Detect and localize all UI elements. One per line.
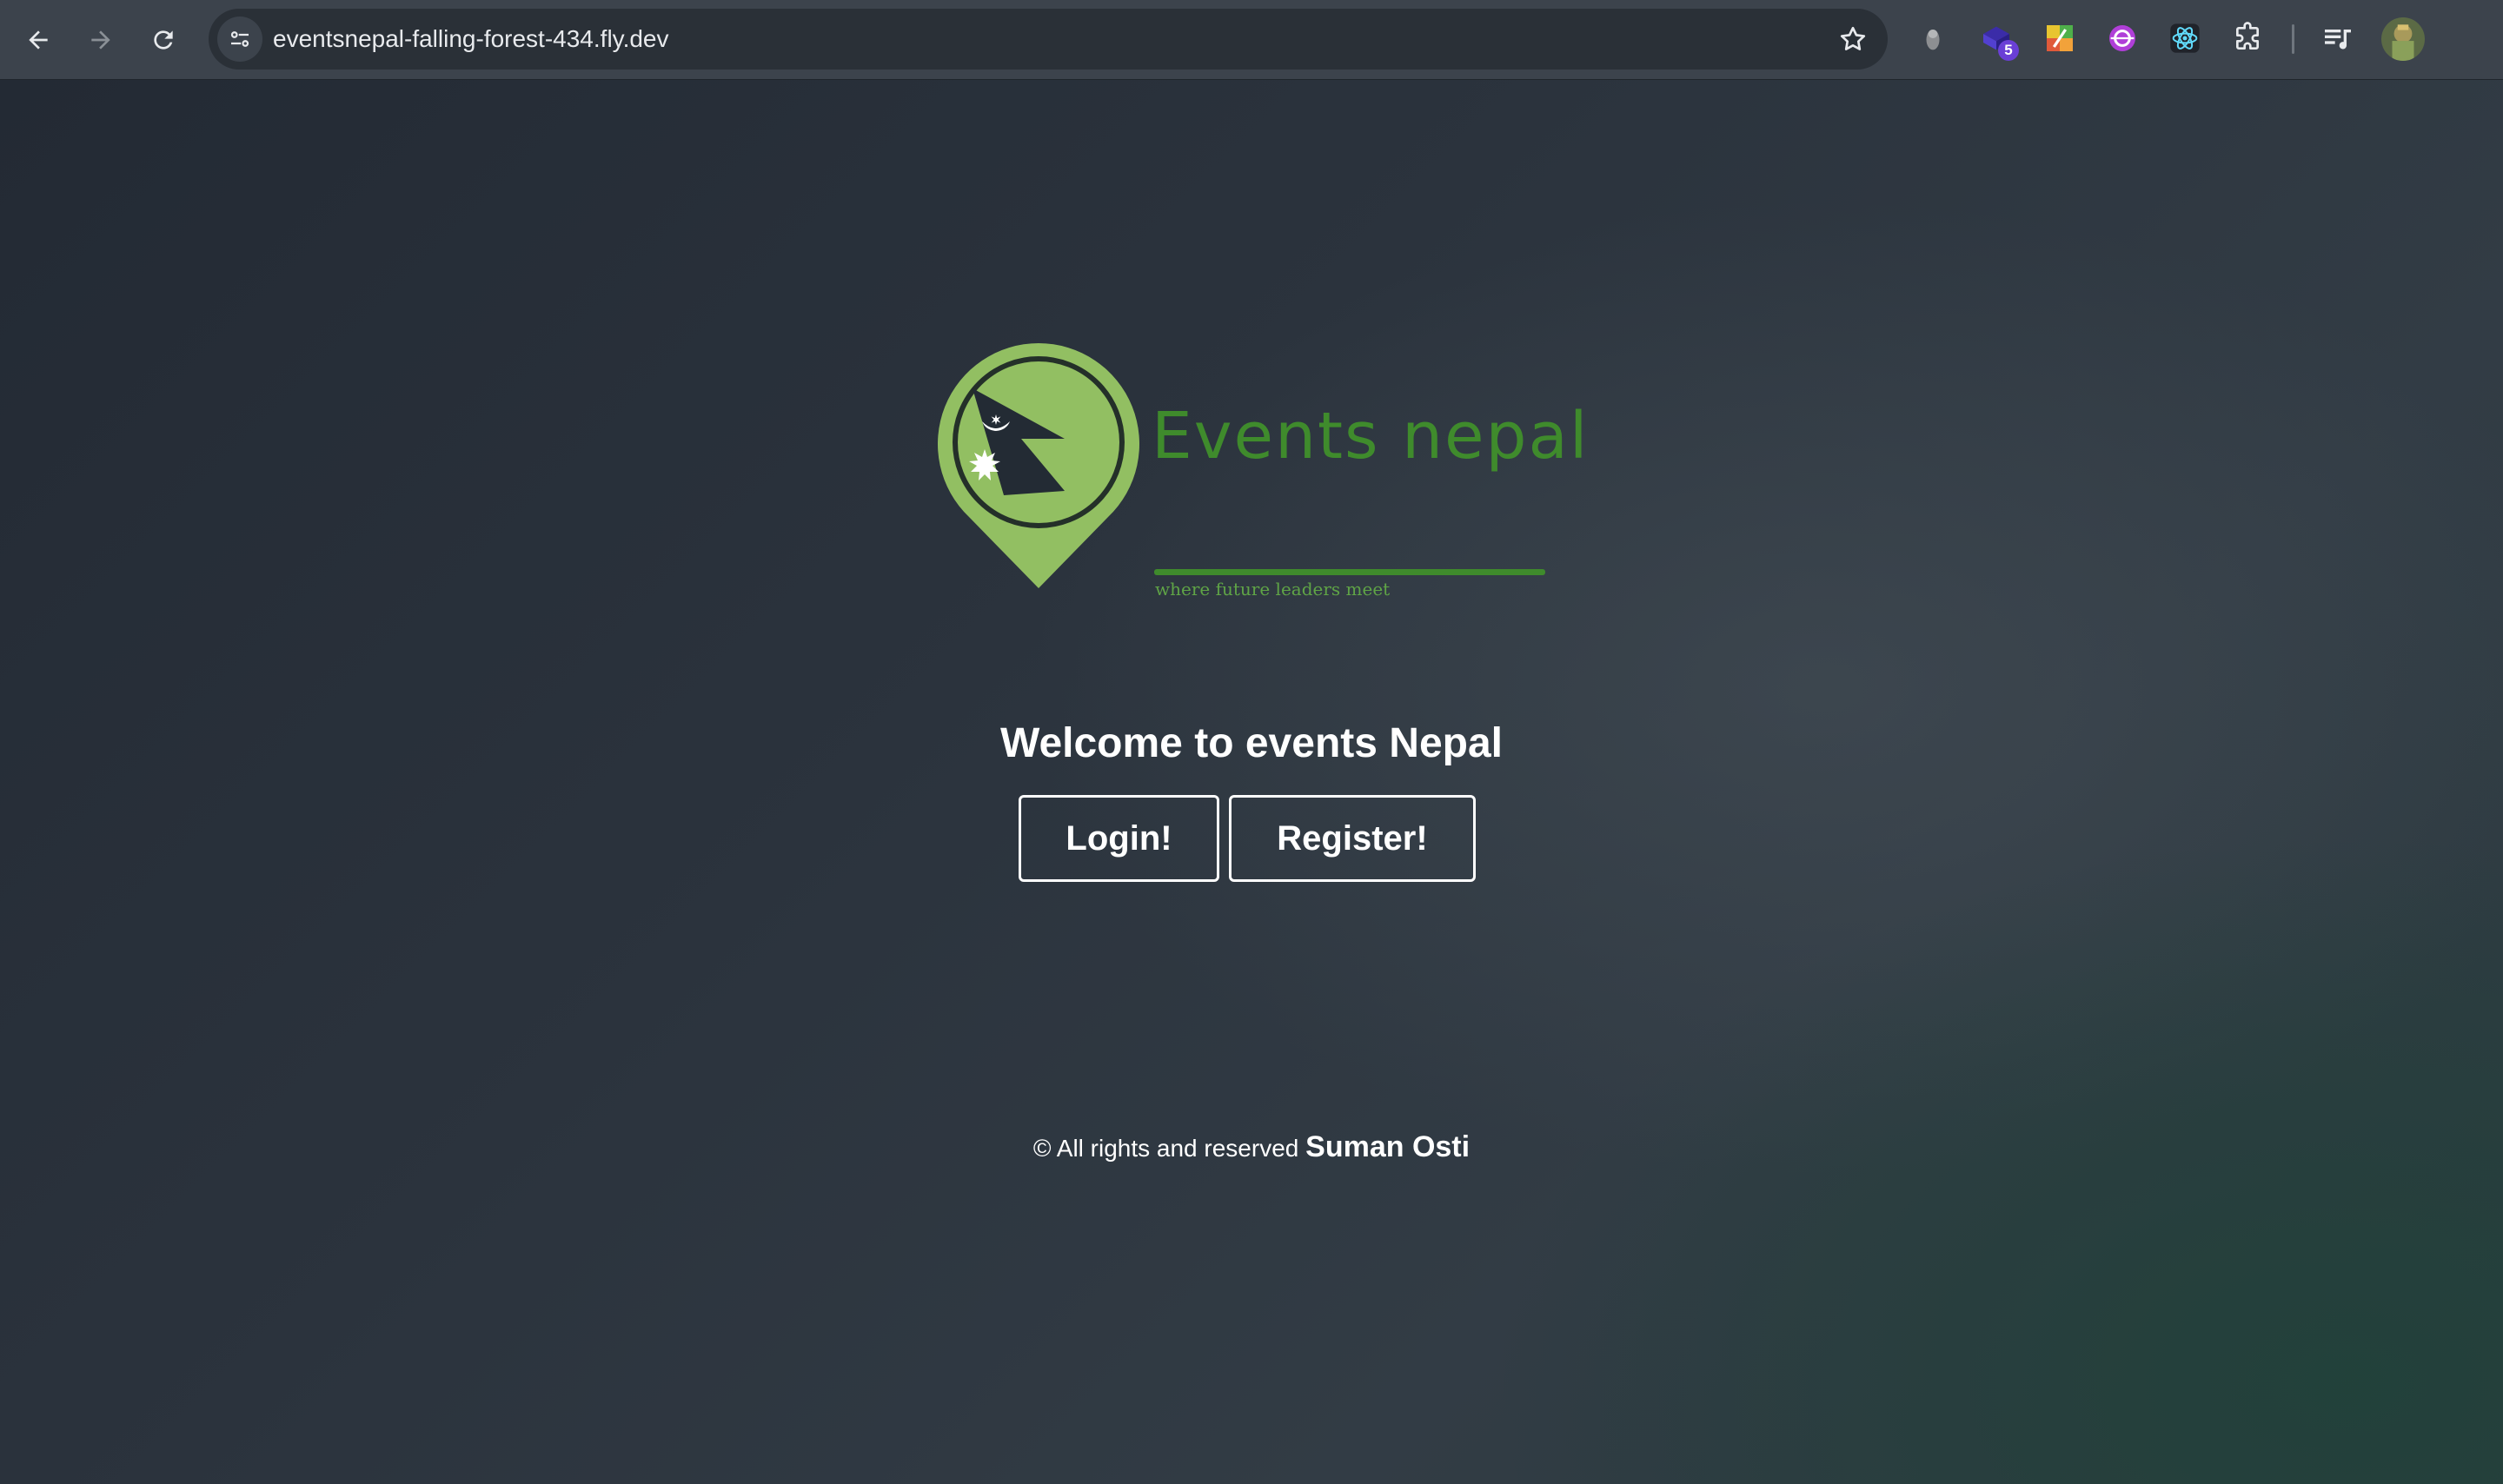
bookmark-star-icon[interactable] — [1837, 23, 1869, 55]
url-text[interactable]: eventsnepal-falling-forest-434.fly.dev — [273, 9, 669, 70]
page-body — [0, 80, 2503, 1484]
react-devtools-extension-button[interactable] — [2166, 19, 2204, 57]
react-extension-icon — [2170, 23, 2200, 53]
toolbar-divider — [2292, 24, 2294, 54]
logo-underline — [1154, 569, 1545, 575]
copyright-text: © All rights and reserved — [1032, 1135, 1299, 1162]
ghost-extension-button[interactable] — [1914, 19, 1952, 57]
site-info-button[interactable] — [217, 17, 262, 62]
reload-button[interactable] — [141, 17, 186, 63]
register-button[interactable]: Register! — [1229, 795, 1476, 882]
extensions-puzzle-icon — [2236, 22, 2259, 50]
address-bar[interactable]: eventsnepal-falling-forest-434.fly.dev — [209, 9, 1888, 70]
arrow-left-icon — [29, 30, 48, 50]
extension-badge: 5 — [1998, 40, 2019, 61]
colorful-grid-extension-button[interactable] — [2041, 19, 2079, 57]
purple-circle-extension-icon — [2109, 25, 2135, 51]
footer: © All rights and reserved Suman Osti — [0, 1125, 2503, 1170]
avatar-image-icon — [2381, 17, 2425, 61]
tune-icon — [230, 31, 249, 47]
extensions-menu-button[interactable] — [2228, 19, 2267, 57]
reload-icon — [154, 30, 173, 50]
colorful-grid-extension-icon — [2047, 25, 2073, 51]
logo-title: Events nepal — [1152, 399, 1590, 474]
login-button[interactable]: Login! — [1019, 795, 1219, 882]
browser-toolbar: eventsnepal-falling-forest-434.fly.dev 5 — [0, 0, 2503, 80]
stacked-boxes-extension-button[interactable]: 5 — [1977, 19, 2019, 61]
back-button[interactable] — [16, 17, 61, 63]
author-name: Suman Osti — [1305, 1130, 1471, 1163]
ghost-extension-icon — [1926, 30, 1940, 50]
profile-avatar[interactable] — [2381, 17, 2425, 61]
welcome-heading: Welcome to events Nepal — [1000, 720, 1503, 766]
logo-tagline: where future leaders meet — [1155, 579, 1391, 600]
forward-button[interactable] — [78, 17, 123, 63]
events-nepal-logo-icon — [938, 343, 1139, 588]
arrow-right-icon — [91, 30, 110, 50]
media-controls-button[interactable] — [2319, 19, 2357, 57]
playlist-music-icon — [2325, 30, 2351, 50]
purple-circle-extension-button[interactable] — [2103, 19, 2141, 57]
